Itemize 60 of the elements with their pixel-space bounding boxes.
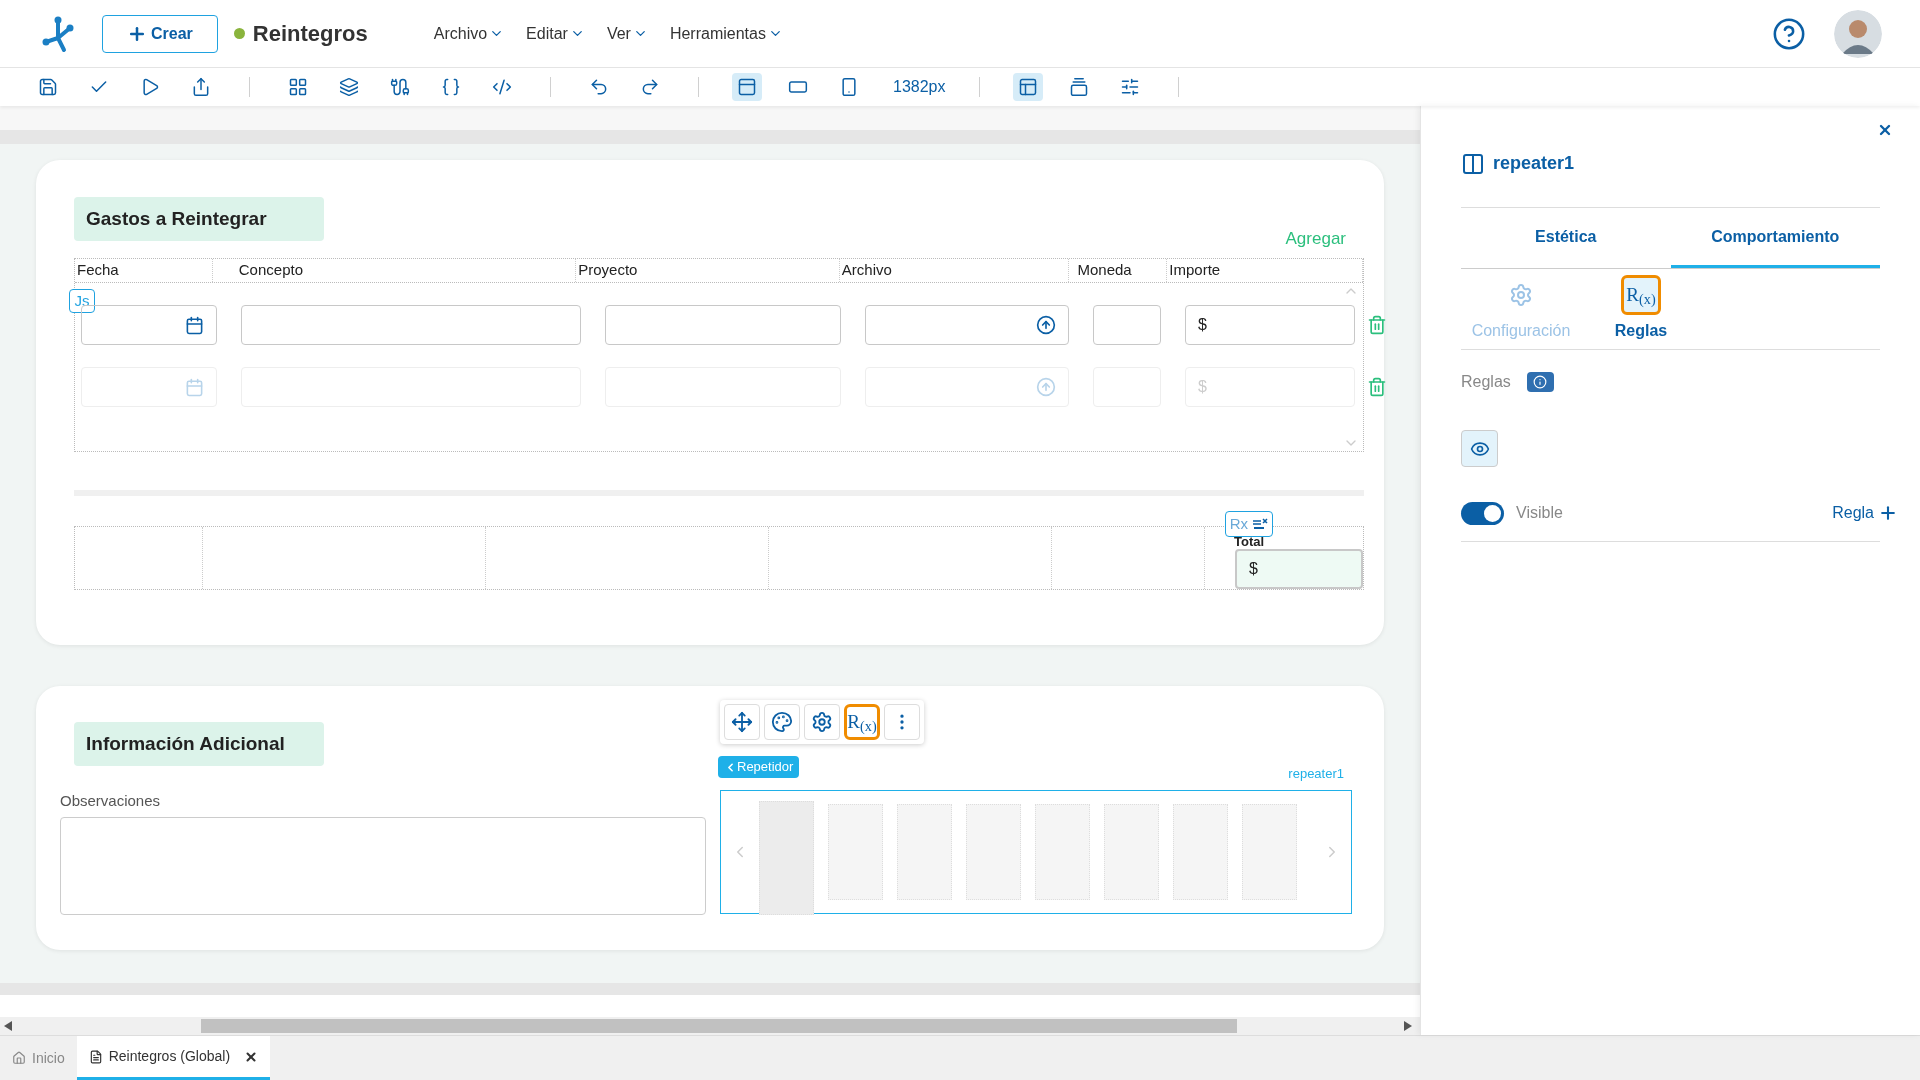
visible-toggle[interactable] xyxy=(1461,501,1504,525)
component-name: repeater1 xyxy=(1493,152,1575,175)
rules-label: Reglas xyxy=(1461,372,1511,392)
plus-icon xyxy=(1878,503,1898,523)
repeater-icon xyxy=(1461,151,1485,176)
section-title: Gastos a Reintegrar xyxy=(74,197,324,241)
visibility-button[interactable] xyxy=(1461,430,1498,467)
input-field[interactable] xyxy=(1093,305,1161,345)
panel-tab[interactable]: Estética xyxy=(1461,208,1671,268)
total-label: Total xyxy=(1233,535,1265,549)
input-field[interactable] xyxy=(81,305,217,345)
layout-icon[interactable] xyxy=(1012,73,1043,101)
menu-item[interactable]: Archivo xyxy=(433,21,505,46)
scroll-left-icon[interactable] xyxy=(4,1021,12,1031)
currency-symbol: $ xyxy=(1198,377,1207,397)
column-header: Fecha xyxy=(75,259,213,282)
panel-tab[interactable]: Comportamiento xyxy=(1670,208,1880,268)
info-icon[interactable] xyxy=(1526,372,1554,392)
close-icon[interactable] xyxy=(244,1049,259,1064)
column-header: Moneda xyxy=(1075,259,1168,282)
avatar[interactable] xyxy=(1834,9,1882,58)
menu-item[interactable]: Herramientas xyxy=(669,21,783,46)
width-reading: 1382px xyxy=(893,77,946,97)
input-field[interactable]: $ xyxy=(1235,549,1363,589)
document-tab[interactable]: Reintegros (Global) xyxy=(76,1036,271,1080)
repeater-name: repeater1 xyxy=(1288,765,1344,783)
input-field[interactable] xyxy=(605,305,841,345)
menu-item[interactable]: Editar xyxy=(526,21,585,46)
settings-icon[interactable] xyxy=(804,704,840,740)
calendar-icon[interactable] xyxy=(185,315,204,335)
toggle-label: Visible xyxy=(1516,503,1563,523)
document-title: Reintegros xyxy=(252,20,368,48)
gear-icon xyxy=(1509,283,1533,307)
column-header: Proyecto xyxy=(576,259,840,282)
field-label: Observaciones xyxy=(60,791,162,811)
total-value: $ xyxy=(1249,559,1258,579)
add-rule-link[interactable]: Regla xyxy=(1832,501,1898,525)
input-field[interactable] xyxy=(865,305,1069,345)
upload-icon[interactable] xyxy=(1036,315,1056,335)
formula-icon xyxy=(1252,517,1268,531)
column-header: Concepto xyxy=(236,259,577,282)
help-icon[interactable] xyxy=(1772,16,1806,51)
input-field[interactable] xyxy=(241,305,581,345)
document-icon xyxy=(88,1049,103,1064)
palette-icon[interactable] xyxy=(764,704,800,740)
menu-item[interactable]: Ver xyxy=(606,21,648,46)
horizontal-scrollbar[interactable] xyxy=(0,1017,1420,1035)
home-icon xyxy=(12,1051,26,1065)
column-header: Importe xyxy=(1167,259,1363,282)
sub-tab[interactable]: R$_{(x)}$ Reglas xyxy=(1581,275,1701,343)
scroll-right-icon[interactable] xyxy=(1404,1021,1412,1031)
move-icon[interactable] xyxy=(724,704,760,740)
section-title: Información Adicional xyxy=(74,722,324,766)
input-field[interactable]: $ xyxy=(1185,305,1355,345)
viewport-icon[interactable] xyxy=(732,73,762,101)
column-header: Archivo xyxy=(839,259,1070,282)
currency-symbol: $ xyxy=(1198,315,1207,335)
rules-button[interactable]: R$_{(x)}$ xyxy=(844,704,880,740)
close-icon[interactable] xyxy=(1877,122,1893,138)
create-button[interactable]: Crear xyxy=(102,14,218,53)
